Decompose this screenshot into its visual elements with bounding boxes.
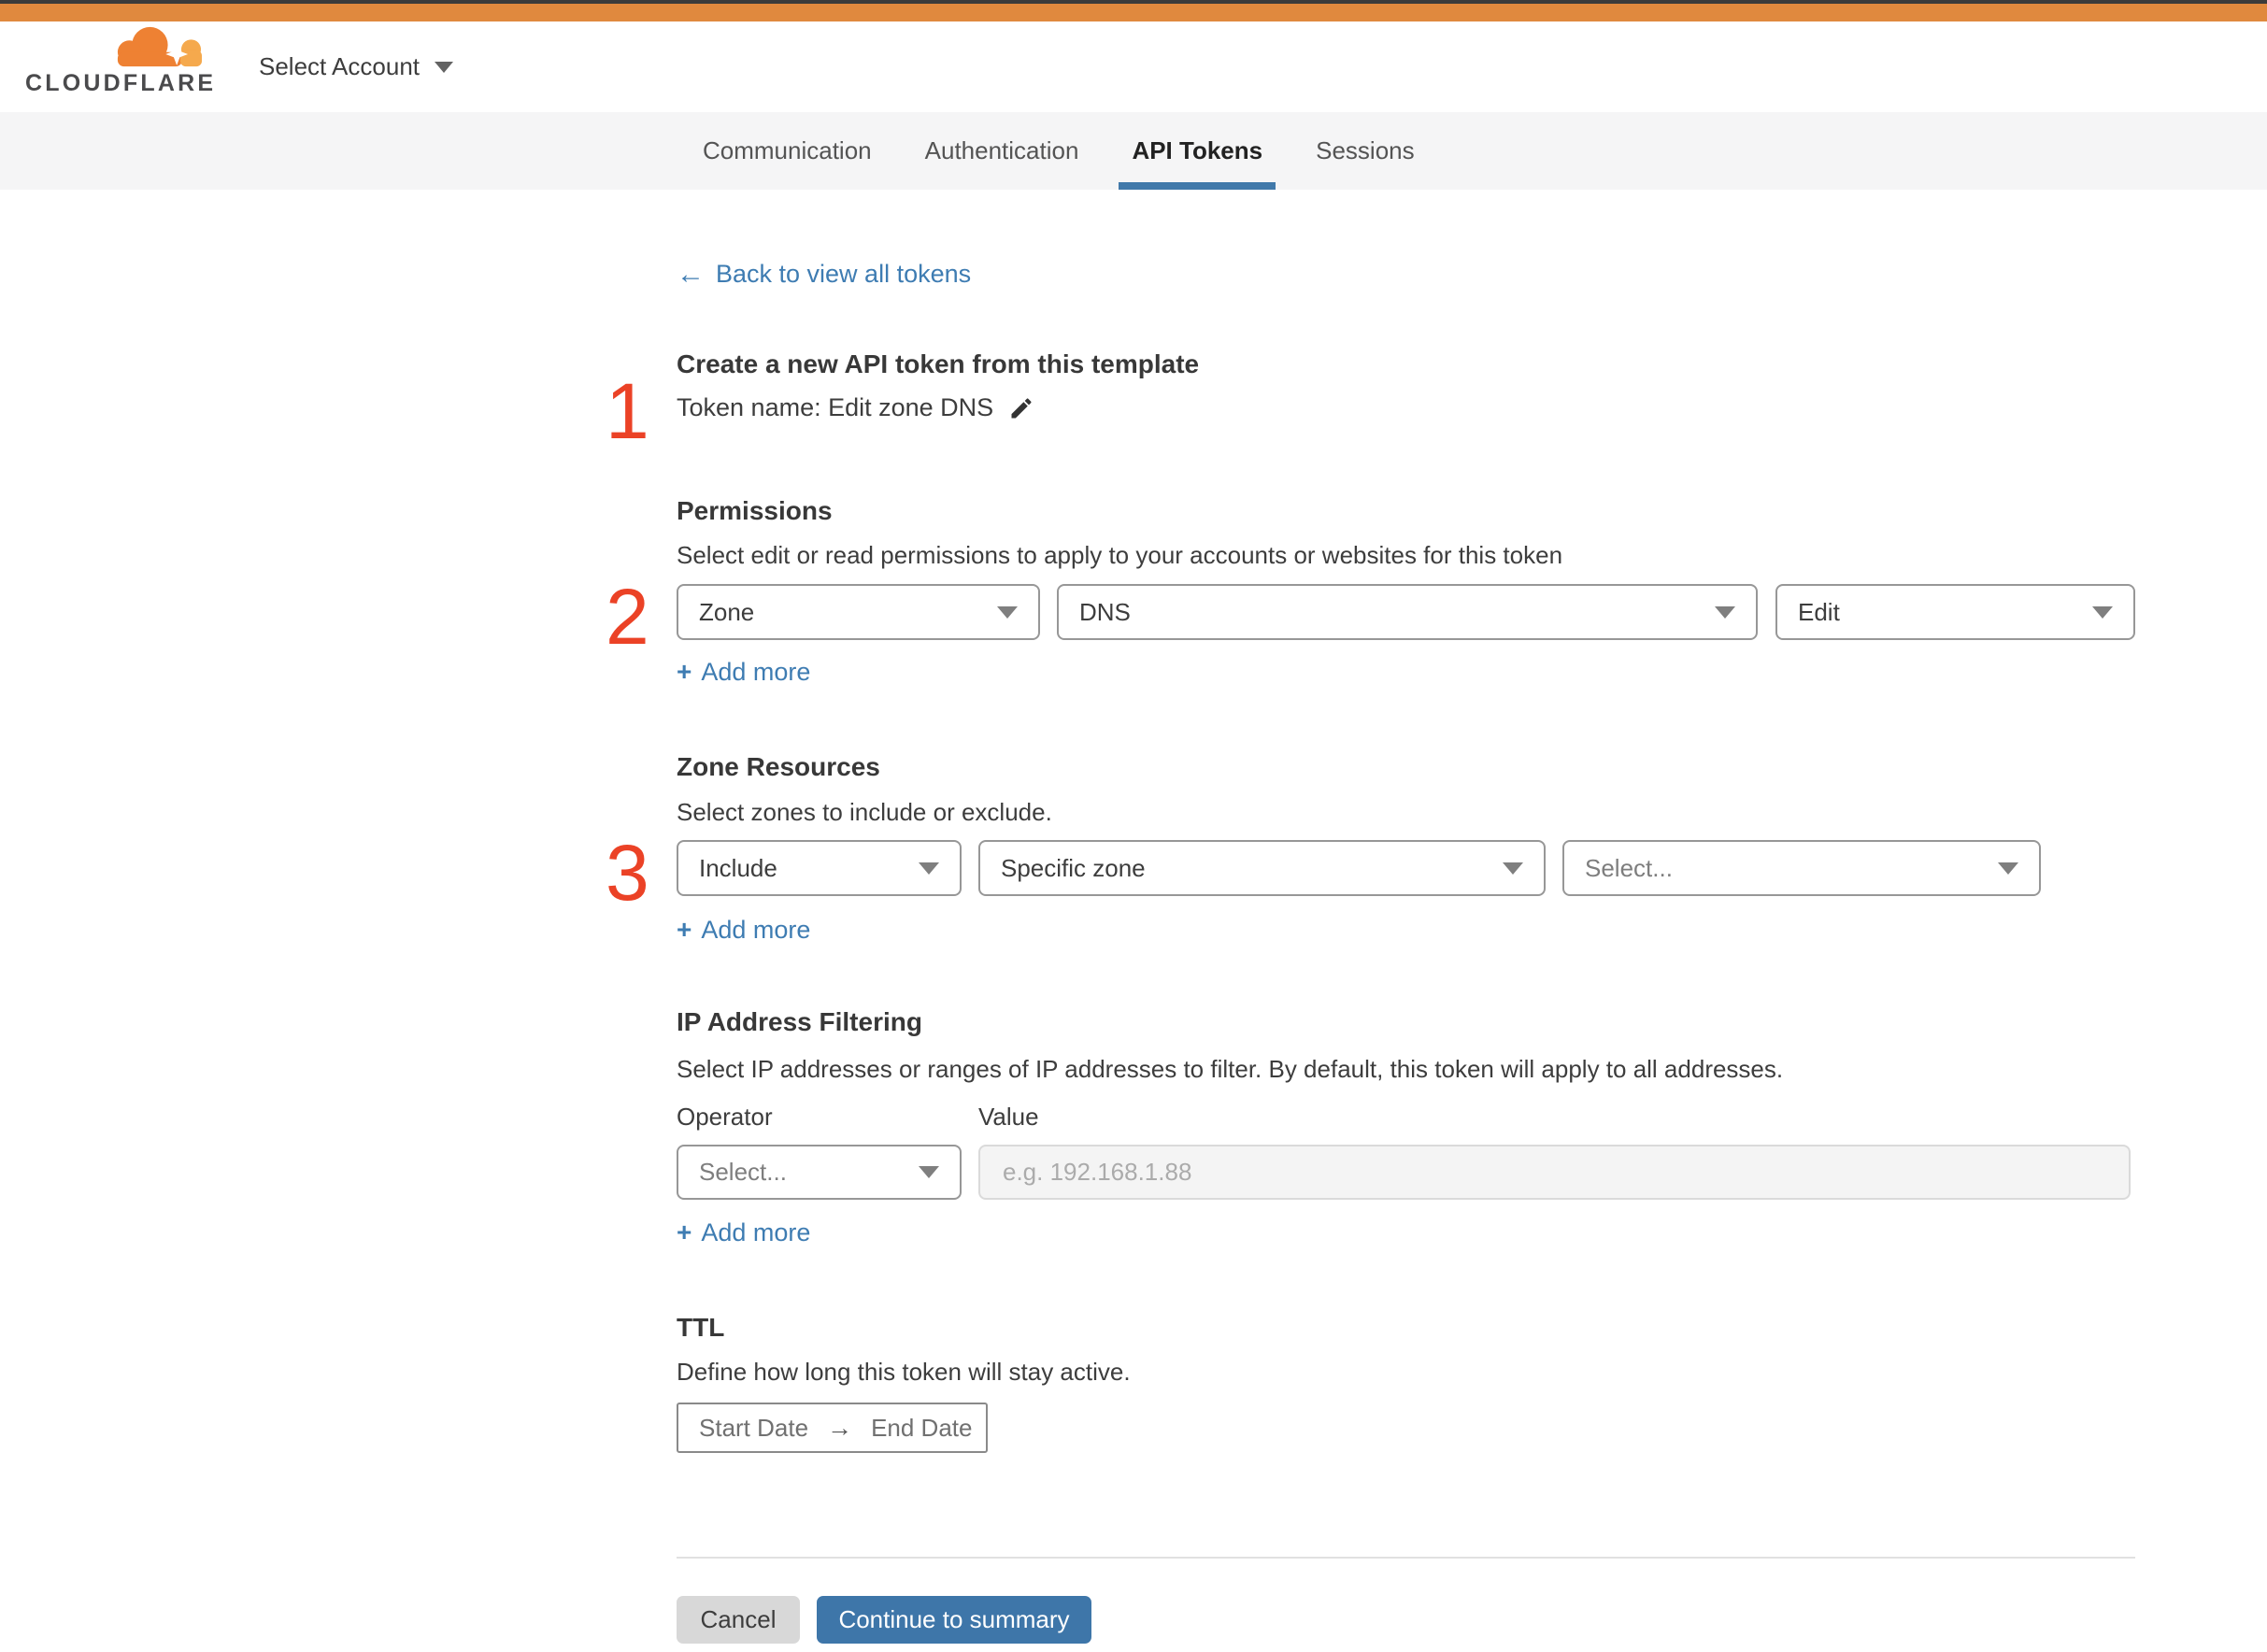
zone-include-select[interactable]: Include bbox=[677, 840, 962, 896]
tab-sessions[interactable]: Sessions bbox=[1303, 112, 1428, 190]
token-name-line: Token name: Edit zone DNS bbox=[677, 393, 1034, 422]
step-number-2: 2 bbox=[606, 573, 649, 661]
permission-access-select[interactable]: Edit bbox=[1775, 584, 2135, 640]
permission-type-select[interactable]: DNS bbox=[1057, 584, 1758, 640]
permission-scope-select[interactable]: Zone bbox=[677, 584, 1040, 640]
zone-resources-add-more-label: Add more bbox=[701, 915, 811, 944]
start-date-placeholder: Start Date bbox=[699, 1413, 809, 1442]
caret-down-icon bbox=[2092, 605, 2113, 619]
zone-scope-value: Specific zone bbox=[1001, 853, 1146, 882]
permissions-add-more-link[interactable]: + Add more bbox=[677, 657, 810, 687]
plus-icon: + bbox=[677, 915, 692, 944]
token-name-text: Token name: Edit zone DNS bbox=[677, 393, 994, 421]
ip-value-input[interactable] bbox=[978, 1145, 2131, 1200]
caret-down-icon bbox=[997, 605, 1018, 619]
operator-select[interactable]: Select... bbox=[677, 1145, 962, 1200]
cloudflare-cloud-icon bbox=[117, 26, 202, 67]
permission-scope-value: Zone bbox=[699, 597, 755, 626]
ip-filtering-heading: IP Address Filtering bbox=[677, 1007, 922, 1036]
cancel-button[interactable]: Cancel bbox=[677, 1596, 800, 1644]
template-heading: Create a new API token from this templat… bbox=[677, 349, 1200, 378]
tab-bar: Communication Authentication API Tokens … bbox=[0, 112, 2267, 190]
plus-icon: + bbox=[677, 657, 692, 686]
ip-filtering-add-more-link[interactable]: + Add more bbox=[677, 1218, 810, 1247]
step-number-1: 1 bbox=[606, 367, 649, 455]
step-number-3: 3 bbox=[606, 829, 649, 917]
brand-accent-bar bbox=[0, 4, 2267, 21]
zone-pick-placeholder: Select... bbox=[1585, 853, 1673, 882]
permission-access-value: Edit bbox=[1798, 597, 1840, 626]
ip-filtering-add-more-label: Add more bbox=[701, 1218, 811, 1246]
ip-filtering-description: Select IP addresses or ranges of IP addr… bbox=[677, 1055, 1784, 1083]
zone-pick-select[interactable]: Select... bbox=[1562, 840, 2041, 896]
end-date-placeholder: End Date bbox=[871, 1413, 973, 1442]
operator-placeholder: Select... bbox=[699, 1158, 787, 1186]
page: CLOUDFLARE Select Account Communication … bbox=[0, 0, 2267, 1652]
caret-down-icon bbox=[1503, 862, 1523, 875]
zone-scope-select[interactable]: Specific zone bbox=[978, 840, 1546, 896]
zone-resources-heading: Zone Resources bbox=[677, 752, 880, 781]
footer-divider bbox=[677, 1557, 2135, 1559]
cloudflare-wordmark: CLOUDFLARE bbox=[25, 70, 217, 96]
permissions-heading: Permissions bbox=[677, 496, 833, 525]
ttl-heading: TTL bbox=[677, 1313, 725, 1342]
permissions-description: Select edit or read permissions to apply… bbox=[677, 541, 1563, 569]
header: CLOUDFLARE Select Account bbox=[0, 21, 2267, 112]
zone-resources-add-more-link[interactable]: + Add more bbox=[677, 915, 810, 945]
operator-label: Operator bbox=[677, 1103, 773, 1131]
caret-down-icon bbox=[919, 1166, 939, 1178]
cloudflare-logo: CLOUDFLARE bbox=[25, 23, 217, 109]
caret-down-icon bbox=[1998, 862, 2018, 875]
value-label: Value bbox=[978, 1103, 1039, 1131]
tab-communication[interactable]: Communication bbox=[690, 112, 885, 190]
back-link-label: Back to view all tokens bbox=[716, 260, 972, 288]
back-arrow-icon: ← bbox=[677, 258, 705, 290]
tab-authentication[interactable]: Authentication bbox=[912, 112, 1092, 190]
permissions-add-more-label: Add more bbox=[701, 657, 811, 686]
caret-down-icon bbox=[1715, 605, 1735, 619]
continue-to-summary-button[interactable]: Continue to summary bbox=[817, 1596, 1091, 1644]
account-selector-label: Select Account bbox=[259, 52, 420, 80]
account-selector[interactable]: Select Account bbox=[259, 21, 453, 112]
zone-resources-description: Select zones to include or exclude. bbox=[677, 798, 1052, 826]
permission-type-value: DNS bbox=[1079, 597, 1131, 626]
edit-pencil-icon[interactable] bbox=[1008, 395, 1034, 421]
ttl-date-range-picker[interactable]: Start Date → End Date bbox=[677, 1403, 988, 1453]
tab-api-tokens[interactable]: API Tokens bbox=[1119, 112, 1276, 190]
tabs: Communication Authentication API Tokens … bbox=[690, 112, 1428, 190]
zone-include-value: Include bbox=[699, 853, 777, 882]
date-range-arrow-icon: → bbox=[827, 1413, 853, 1442]
chevron-down-icon bbox=[435, 61, 453, 73]
ttl-description: Define how long this token will stay act… bbox=[677, 1358, 1131, 1386]
back-to-tokens-link[interactable]: ← Back to view all tokens bbox=[677, 260, 971, 289]
plus-icon: + bbox=[677, 1218, 692, 1246]
caret-down-icon bbox=[919, 862, 939, 875]
